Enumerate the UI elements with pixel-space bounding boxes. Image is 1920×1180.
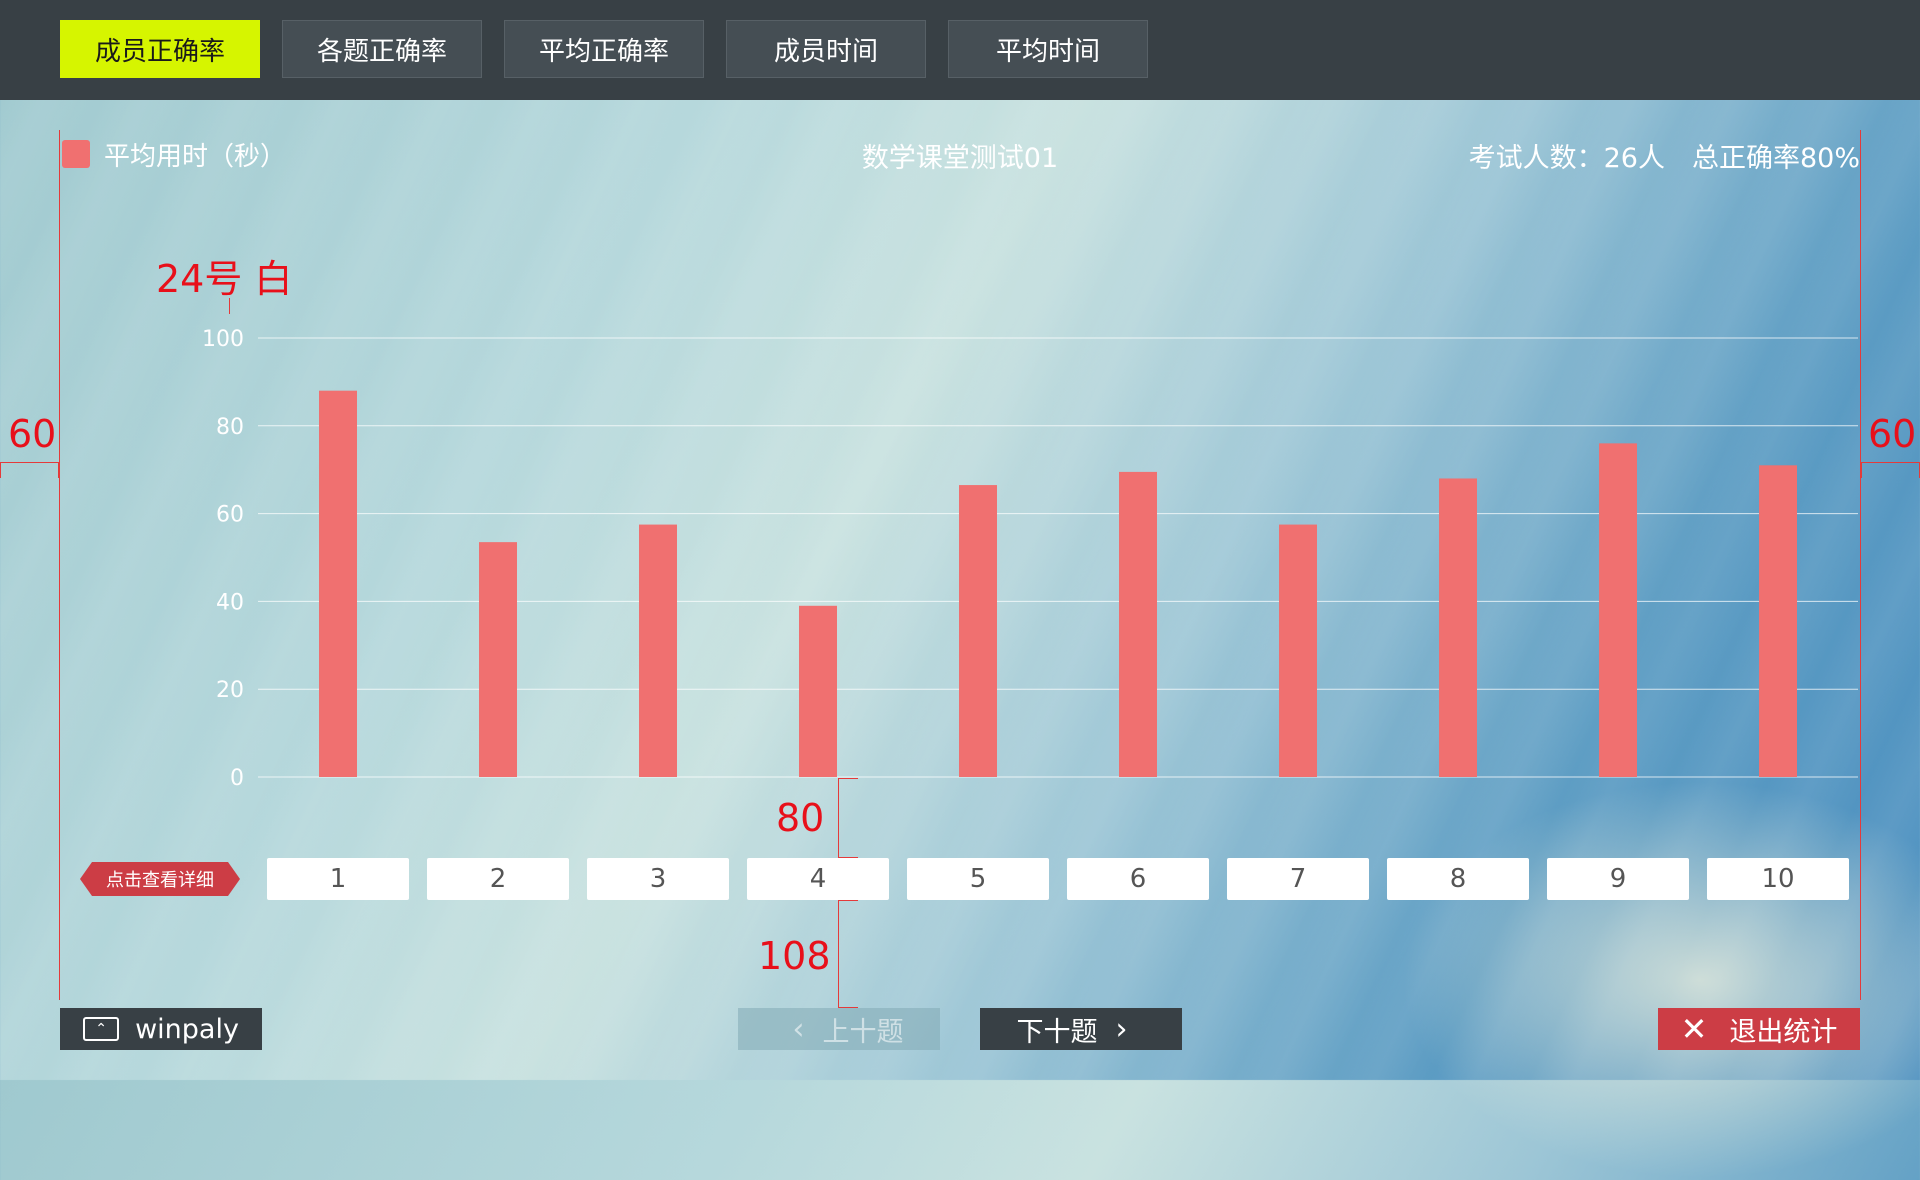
y-tick-label: 60: [216, 503, 244, 528]
y-tick-label: 20: [216, 678, 244, 703]
bar-question-8[interactable]: [1439, 478, 1477, 777]
bar-question-7[interactable]: [1279, 524, 1317, 777]
y-tick-label: 0: [230, 766, 244, 791]
bar-question-9[interactable]: [1599, 443, 1637, 777]
bar-question-1[interactable]: [319, 390, 357, 777]
bar-question-4[interactable]: [799, 605, 837, 777]
next-ten-button[interactable]: 下十题 ›: [980, 1008, 1182, 1050]
chevron-right-icon: ›: [1115, 1011, 1128, 1047]
exit-statistics-button[interactable]: ✕ 退出统计: [1658, 1008, 1860, 1050]
question-button-4[interactable]: 4: [747, 858, 889, 900]
question-button-9[interactable]: 9: [1547, 858, 1689, 900]
bar-question-5[interactable]: [959, 485, 997, 777]
close-icon: ✕: [1680, 1010, 1708, 1048]
keyboard-up-icon: ⌃: [83, 1017, 120, 1041]
y-tick-label: 40: [216, 590, 244, 615]
bar-question-6[interactable]: [1119, 471, 1157, 777]
bar-question-2[interactable]: [479, 542, 517, 777]
winpaly-button[interactable]: ⌃ winpaly: [60, 1008, 262, 1050]
prev-ten-label: 上十题: [822, 1016, 904, 1048]
question-button-8[interactable]: 8: [1387, 858, 1529, 900]
y-tick-label: 80: [216, 415, 244, 440]
question-button-1[interactable]: 1: [267, 858, 409, 900]
view-detail-tag[interactable]: 点击查看详细: [80, 862, 240, 896]
chevron-left-icon: ‹: [792, 1011, 805, 1047]
question-button-5[interactable]: 5: [907, 858, 1049, 900]
question-button-3[interactable]: 3: [587, 858, 729, 900]
next-ten-label: 下十题: [1016, 1016, 1098, 1048]
question-button-6[interactable]: 6: [1067, 858, 1209, 900]
bar-question-3[interactable]: [639, 524, 677, 777]
winpaly-label: winpaly: [135, 1013, 239, 1045]
exit-statistics-label: 退出统计: [1729, 1016, 1838, 1048]
bar-chart: 0 20 40 60 80 100: [202, 327, 1858, 791]
y-tick-label: 100: [202, 327, 244, 352]
question-button-7[interactable]: 7: [1227, 858, 1369, 900]
bar-question-10[interactable]: [1759, 465, 1797, 777]
prev-ten-button[interactable]: ‹ 上十题: [738, 1008, 940, 1050]
question-button-2[interactable]: 2: [427, 858, 569, 900]
question-button-10[interactable]: 10: [1707, 858, 1849, 900]
